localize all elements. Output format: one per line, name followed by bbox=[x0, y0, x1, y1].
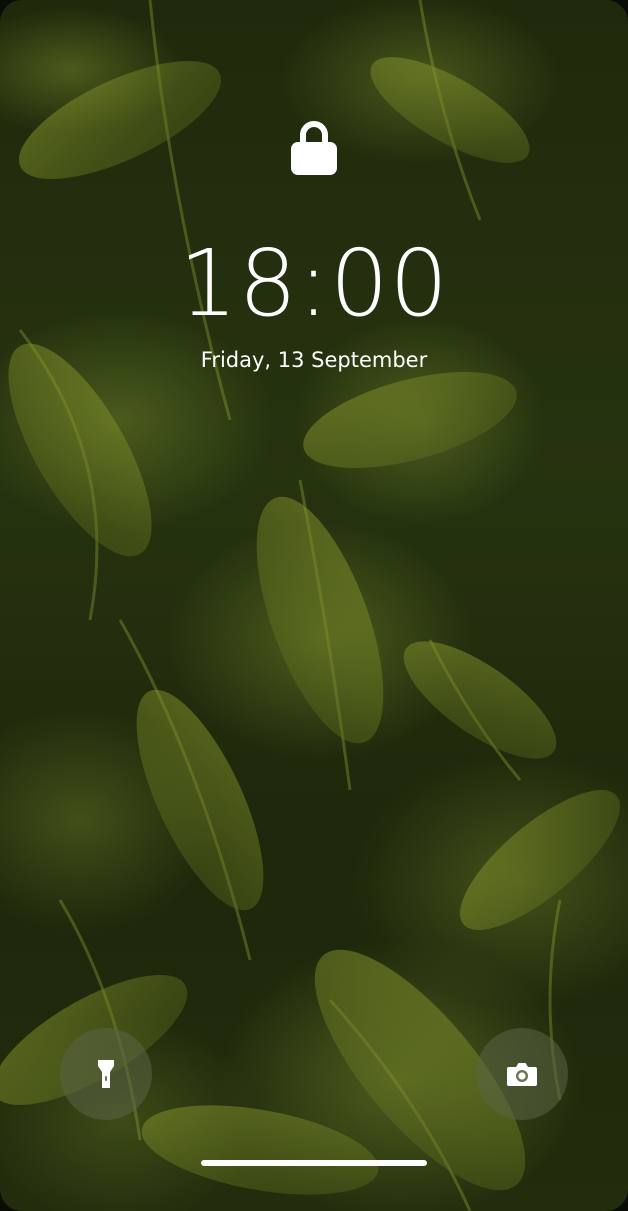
clock-time: 18:00 bbox=[178, 230, 450, 337]
flashlight-button[interactable] bbox=[60, 1028, 152, 1120]
home-indicator[interactable] bbox=[201, 1160, 427, 1166]
flashlight-icon bbox=[98, 1060, 114, 1088]
camera-icon bbox=[507, 1063, 537, 1086]
lock-icon bbox=[291, 121, 337, 175]
lock-screen: 18:00 Friday, 13 September bbox=[0, 0, 628, 1211]
date-label: Friday, 13 September bbox=[200, 348, 428, 372]
camera-button[interactable] bbox=[476, 1028, 568, 1120]
